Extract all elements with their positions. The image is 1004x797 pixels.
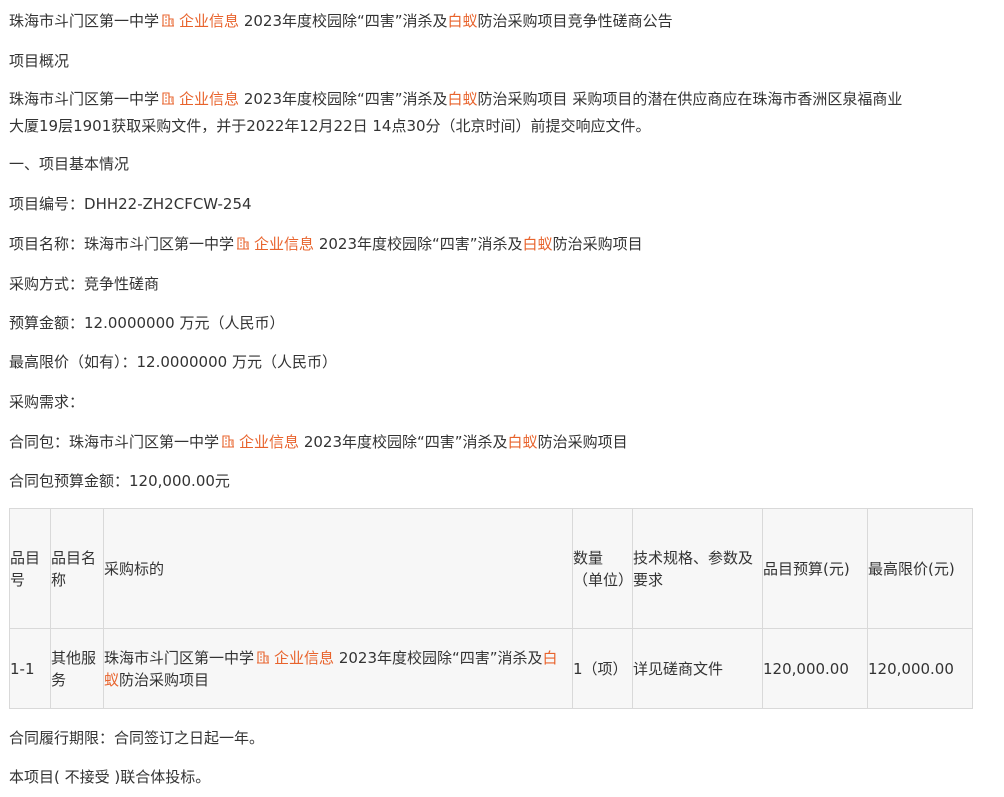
package-row: 合同包：珠海市斗门区第一中学 企业信息 2023年度校园除“四害”消杀及白蚁防治采… xyxy=(9,431,628,453)
cell-quantity: 1（项） xyxy=(572,628,633,709)
building-icon[interactable] xyxy=(221,434,235,448)
max-price-label: 最高限价（如有）： xyxy=(9,353,137,371)
budget-row: 预算金额：12.0000000 万元（人民币） xyxy=(9,312,284,334)
method-value: 竞争性磋商 xyxy=(84,275,160,293)
school-name: 珠海市斗门区第一中学 xyxy=(84,235,235,253)
company-info-link[interactable]: 企业信息 xyxy=(239,433,299,451)
project-text: 2023年度校园除“四害”消杀及 xyxy=(303,433,508,451)
project-text: 2023年度校园除“四害”消杀及 xyxy=(243,12,448,30)
contract-period-label: 合同履行期限： xyxy=(9,729,115,747)
company-info-link[interactable]: 企业信息 xyxy=(254,235,314,253)
items-table: 品目号 品目名称 采购标的 数量（单位） 技术规格、参数及要求 品目预算(元) … xyxy=(9,508,973,709)
header-spec: 技术规格、参数及要求 xyxy=(632,508,763,629)
table-row: 1-1 其他服务 珠海市斗门区第一中学 企业信息 2023年度校园除“四害”消杀及… xyxy=(9,628,973,709)
project-text: 防治采购项目 xyxy=(477,90,568,108)
method-label: 采购方式： xyxy=(9,275,85,293)
budget-label: 预算金额： xyxy=(9,314,85,332)
project-text: 防治采购项目 xyxy=(119,670,210,689)
company-info-link[interactable]: 企业信息 xyxy=(274,649,334,667)
building-icon[interactable] xyxy=(236,236,250,250)
building-icon[interactable] xyxy=(161,13,175,27)
school-name: 珠海市斗门区第一中学 xyxy=(104,648,255,667)
project-number-row: 项目编号：DHH22-ZH2CFCW-254 xyxy=(9,193,252,215)
max-price-value: 12.0000000 万元（人民币） xyxy=(136,353,337,371)
cell-subject: 珠海市斗门区第一中学 企业信息 2023年度校园除“四害”消杀及白蚁防治采购项目 xyxy=(103,628,573,709)
cell-max-price: 120,000.00 xyxy=(867,628,973,709)
overview-heading: 项目概况 xyxy=(9,52,70,70)
header-item-budget: 品目预算(元) xyxy=(762,508,868,629)
cell-item-no: 1-1 xyxy=(9,628,51,709)
header-subject: 采购标的 xyxy=(103,508,573,629)
package-budget-row: 合同包预算金额：120,000.00元 xyxy=(9,470,230,492)
table-header-row: 品目号 品目名称 采购标的 数量（单位） 技术规格、参数及要求 品目预算(元) … xyxy=(9,508,973,629)
company-info-link[interactable]: 企业信息 xyxy=(179,12,239,30)
building-icon[interactable] xyxy=(161,91,175,105)
method-row: 采购方式：竞争性磋商 xyxy=(9,273,159,295)
max-price-row: 最高限价（如有）：12.0000000 万元（人民币） xyxy=(9,351,337,373)
termite-highlight: 白蚁 xyxy=(447,12,478,30)
contract-period-value: 合同签订之日起一年。 xyxy=(114,729,265,747)
package-budget-label: 合同包预算金额： xyxy=(9,472,130,490)
cell-spec: 详见磋商文件 xyxy=(632,628,763,709)
package-budget-value: 120,000.00元 xyxy=(129,472,230,490)
project-text: 防治采购项目 xyxy=(477,12,568,30)
project-number-label: 项目编号： xyxy=(9,195,85,213)
project-text: 2023年度校园除“四害”消杀及 xyxy=(243,90,448,108)
project-text: 防治采购项目 xyxy=(537,433,628,451)
project-text: 2023年度校园除“四害”消杀及 xyxy=(338,648,543,667)
company-info-link[interactable]: 企业信息 xyxy=(179,90,239,108)
cell-item-name: 其他服务 xyxy=(50,628,104,709)
budget-value: 12.0000000 万元（人民币） xyxy=(84,314,285,332)
header-item-name: 品目名称 xyxy=(50,508,104,629)
school-name: 珠海市斗门区第一中学 xyxy=(9,90,160,108)
header-item-no: 品目号 xyxy=(9,508,51,629)
cell-item-budget: 120,000.00 xyxy=(762,628,868,709)
contract-period-row: 合同履行期限：合同签订之日起一年。 xyxy=(9,727,264,749)
header-quantity: 数量（单位） xyxy=(572,508,633,629)
project-number-value: DHH22-ZH2CFCW-254 xyxy=(84,195,252,213)
consortium-note: 本项目( 不接受 )联合体投标。 xyxy=(9,768,211,786)
termite-highlight: 白蚁 xyxy=(447,90,478,108)
header-max-price: 最高限价(元) xyxy=(867,508,973,629)
overview-text-2: 大厦19层1901获取采购文件，并于2022年12月22日 14点30分（北京时… xyxy=(9,117,651,135)
project-text: 防治采购项目 xyxy=(552,235,643,253)
title-suffix: 竞争性磋商公告 xyxy=(567,12,673,30)
project-text: 2023年度校园除“四害”消杀及 xyxy=(318,235,523,253)
package-label: 合同包： xyxy=(9,433,70,451)
building-icon[interactable] xyxy=(256,650,270,664)
termite-highlight: 白蚁 xyxy=(507,433,538,451)
overview-text: 采购项目的潜在供应商应在珠海市香洲区泉福商业 xyxy=(567,90,903,108)
school-name: 珠海市斗门区第一中学 xyxy=(69,433,220,451)
demand-label: 采购需求： xyxy=(9,393,85,411)
section-heading: 一、项目基本情况 xyxy=(9,155,130,173)
project-name-label: 项目名称： xyxy=(9,235,85,253)
overview-paragraph: 珠海市斗门区第一中学 企业信息 2023年度校园除“四害”消杀及白蚁防治采购项目 … xyxy=(9,86,969,140)
school-name: 珠海市斗门区第一中学 xyxy=(9,12,160,30)
announcement-title: 珠海市斗门区第一中学 企业信息 2023年度校园除“四害”消杀及白蚁防治采购项目竞… xyxy=(9,10,673,32)
termite-highlight: 白蚁 xyxy=(522,235,553,253)
project-name-row: 项目名称：珠海市斗门区第一中学 企业信息 2023年度校园除“四害”消杀及白蚁防治… xyxy=(9,233,643,255)
